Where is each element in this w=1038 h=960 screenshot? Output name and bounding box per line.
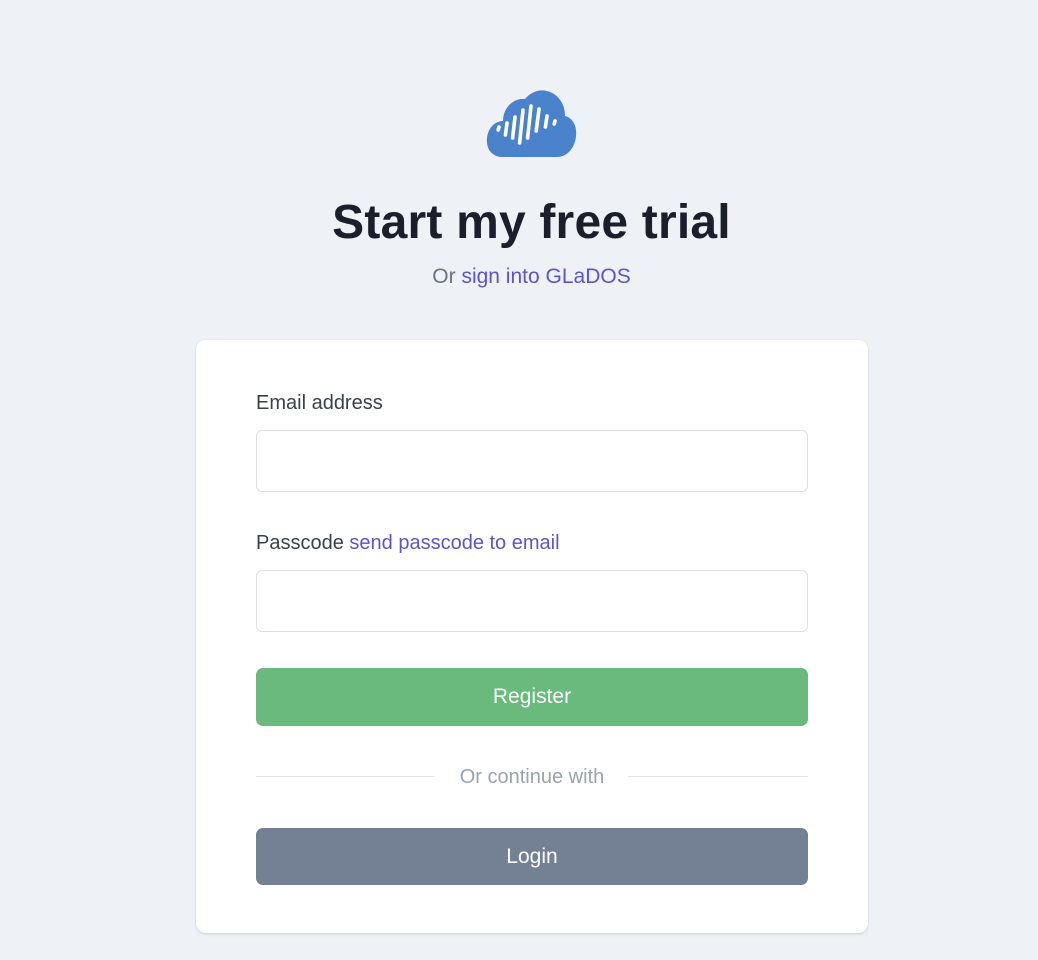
divider-line-right: [628, 776, 808, 777]
continue-divider: Or continue with: [256, 764, 808, 790]
passcode-label: Passcode: [256, 532, 344, 554]
passcode-field[interactable]: [256, 570, 808, 632]
email-field[interactable]: [256, 430, 808, 492]
passcode-label-row: Passcode send passcode to email: [256, 530, 560, 556]
register-card: Email address Passcode send passcode to …: [196, 340, 868, 933]
cloud-logo-icon: [486, 90, 577, 157]
email-label: Email address: [256, 392, 383, 414]
login-button[interactable]: Login: [256, 828, 808, 885]
page-title: Start my free trial: [332, 196, 731, 249]
divider-text: Or continue with: [459, 766, 605, 788]
subtitle-prefix: Or: [432, 265, 456, 288]
sign-in-link[interactable]: sign into GLaDOS: [461, 265, 630, 288]
register-button[interactable]: Register: [256, 668, 808, 726]
send-passcode-link[interactable]: send passcode to email: [349, 532, 559, 554]
page-subtitle: Or sign into GLaDOS: [0, 263, 1038, 291]
